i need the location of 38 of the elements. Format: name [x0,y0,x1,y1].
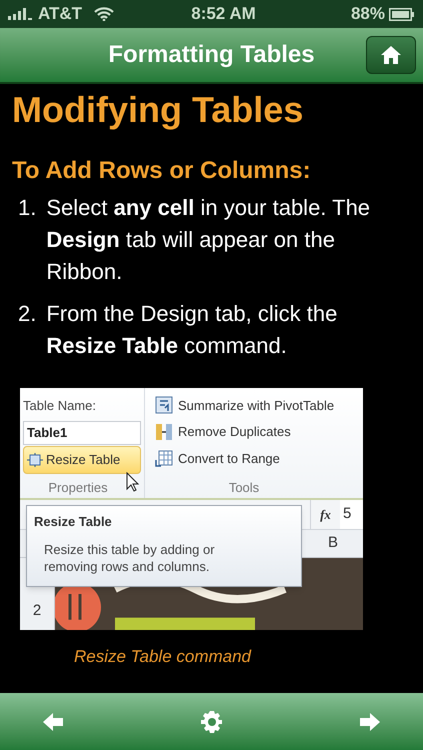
pivot-table-icon [155,396,173,414]
mouse-cursor-icon [126,472,140,492]
home-button[interactable] [366,36,416,74]
group-label: Tools [228,479,260,498]
step-number: 2. [18,300,36,328]
tooltip-title: Resize Table [34,513,113,531]
step-text: Select any cell in your table. The Design tab will appear on the Ribbon. [46,194,372,286]
step-number: 1. [18,194,36,222]
table-name-field: Table1 [23,420,141,444]
tooltip-description: Resize this table by adding or removing rows and columns. [44,540,216,574]
ribbon-command[interactable]: Summarize with PivotTable [155,394,363,417]
wifi-icon [94,7,114,21]
formula-value: 5 [340,500,363,529]
header-title: Formatting Tables [108,40,315,70]
table-grid-icon [155,450,173,468]
table-name-label: Table Name: [23,397,97,415]
settings-icon [200,710,224,734]
settings-button[interactable] [198,708,224,734]
clock-time: 8:52 AM [191,3,256,26]
left-arrow-icon [42,712,64,732]
page-heading: Modifying Tables [12,88,304,132]
group-label: Properties [48,478,108,497]
ribbon-command[interactable]: Remove Duplicates [155,420,363,444]
battery-percent: 88% [350,3,385,26]
battery-icon [389,8,415,20]
right-arrow-icon [359,712,381,732]
remove-duplicates-icon [155,423,173,442]
column-header: B [326,533,339,554]
carrier-label: AT&T [38,3,82,26]
section-heading: To Add Rows or Columns: [12,156,312,186]
step-text: From the Design tab, click the Resize Table command. [46,300,338,360]
resize-table-button[interactable]: Resize Table [23,446,141,474]
signal-icon [8,8,34,20]
ribbon-command[interactable]: Convert to Range [155,448,363,470]
table-resize-icon [27,452,43,466]
figure-caption: Resize Table command [74,646,252,668]
home-icon [380,45,402,65]
row-number: 2 [32,600,42,621]
